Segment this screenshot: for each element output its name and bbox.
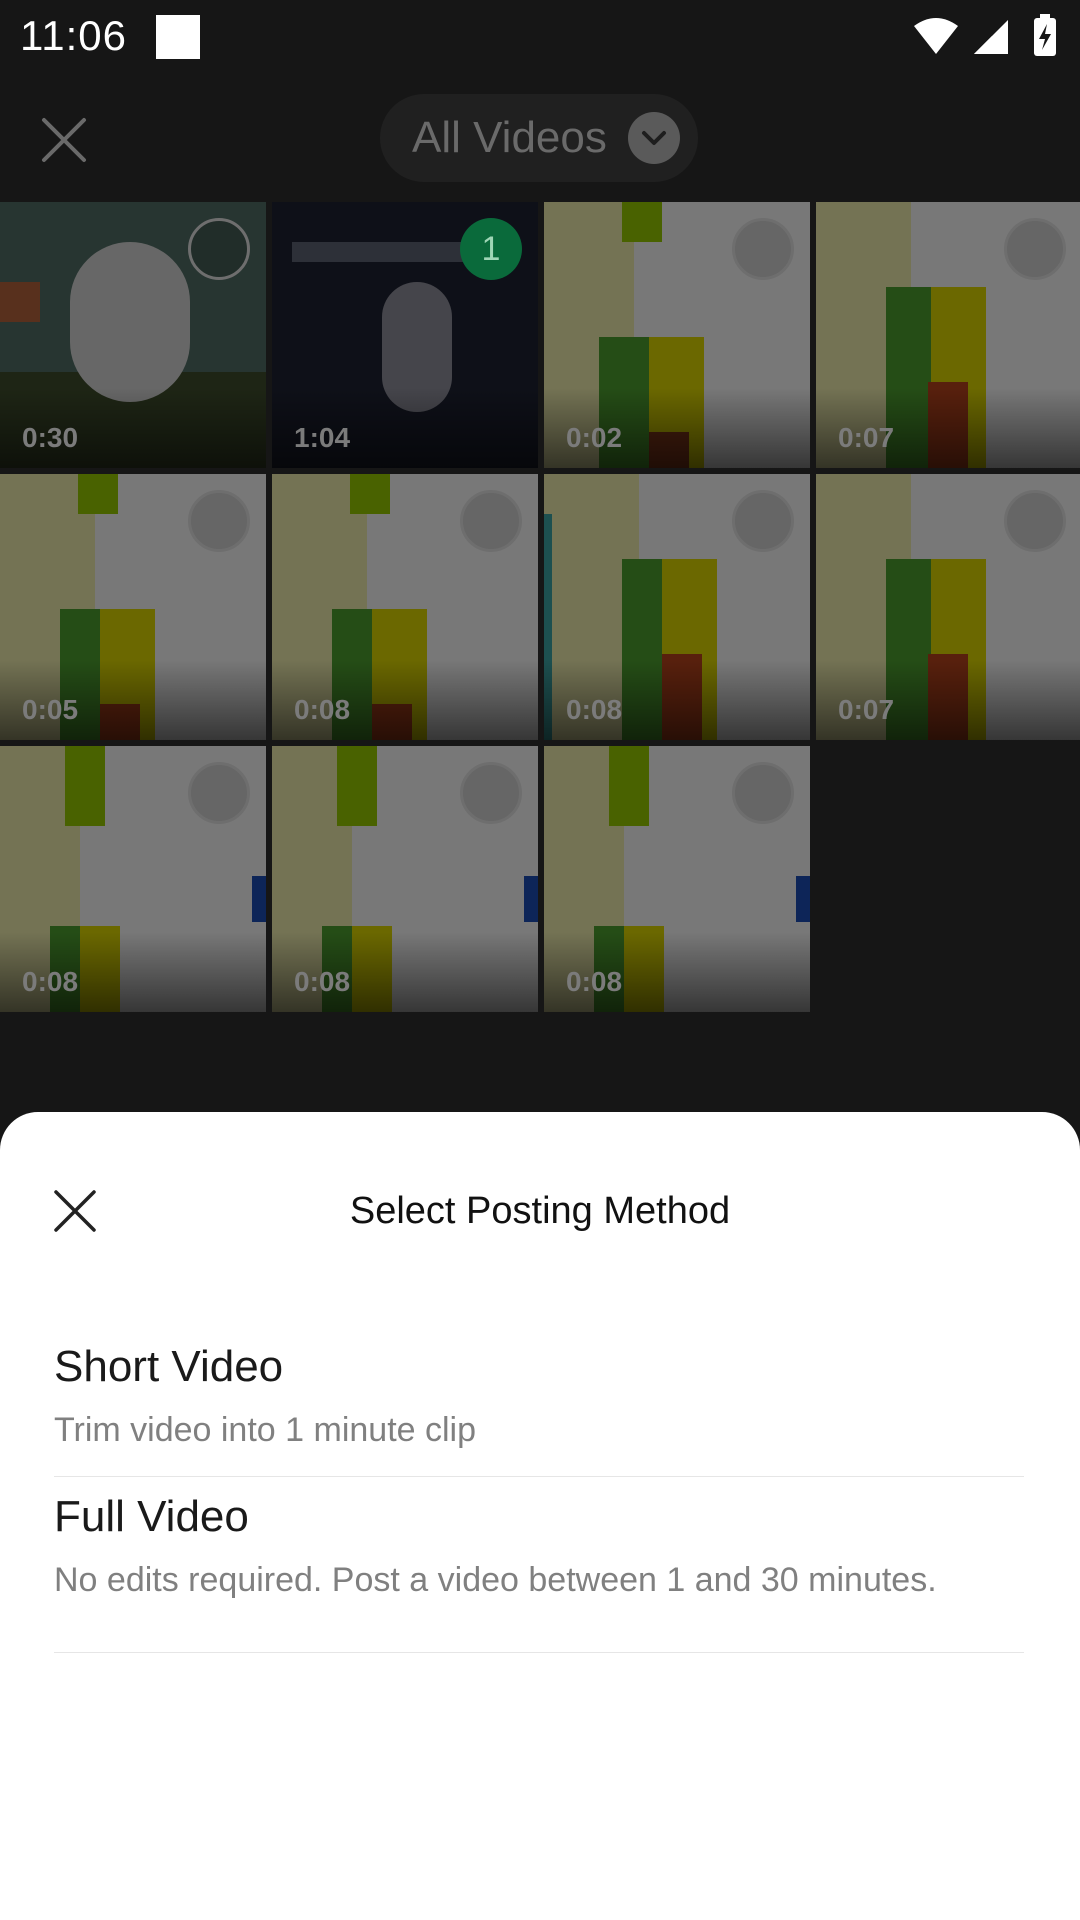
- option-full-video[interactable]: Full Video No edits required. Post a vid…: [54, 1492, 1024, 1653]
- system-icons: [912, 14, 1062, 68]
- chevron-down-icon: [628, 112, 680, 164]
- sheet-title: Select Posting Method: [349, 1190, 731, 1232]
- select-circle[interactable]: [188, 762, 250, 824]
- video-duration: 0:08: [566, 966, 623, 997]
- option-title: Full Video: [54, 1492, 249, 1541]
- select-circle[interactable]: [188, 490, 250, 552]
- video-tile[interactable]: 0:08: [0, 746, 266, 1012]
- video-duration: 0:02: [566, 422, 623, 453]
- select-circle[interactable]: [460, 762, 522, 824]
- video-tile[interactable]: 0:08: [272, 474, 538, 740]
- wifi-signal-battery-icon: [914, 14, 1056, 56]
- select-circle[interactable]: [460, 490, 522, 552]
- video-tile[interactable]: 1 1:04: [272, 202, 538, 468]
- video-tile[interactable]: 0:30: [0, 202, 266, 468]
- select-circle[interactable]: [1004, 490, 1066, 552]
- select-circle[interactable]: [1004, 218, 1066, 280]
- option-description: No edits required. Post a video between …: [54, 1561, 937, 1599]
- album-label: All Videos: [412, 113, 607, 162]
- video-duration: 0:08: [566, 694, 623, 725]
- video-tile[interactable]: 0:08: [272, 746, 538, 1012]
- album-selector[interactable]: All Videos: [380, 94, 698, 182]
- video-duration: 0:07: [838, 694, 895, 725]
- video-duration: 0:30: [22, 422, 79, 453]
- select-circle[interactable]: [732, 218, 794, 280]
- option-title: Short Video: [54, 1342, 284, 1391]
- top-bar: All Videos: [0, 72, 1080, 202]
- select-circle[interactable]: [732, 490, 794, 552]
- video-duration: 0:08: [294, 694, 351, 725]
- status-time: 11:06: [20, 12, 127, 59]
- video-tile[interactable]: 0:08: [544, 746, 810, 1012]
- option-description: Trim video into 1 minute clip: [54, 1411, 477, 1449]
- video-duration: 0:08: [22, 966, 79, 997]
- posting-method-sheet: Select Posting Method Short Video Trim v…: [0, 1112, 1080, 1920]
- select-circle[interactable]: [188, 218, 250, 280]
- option-short-video[interactable]: Short Video Trim video into 1 minute cli…: [54, 1342, 1024, 1477]
- close-icon[interactable]: [36, 112, 92, 168]
- video-duration: 1:04: [294, 422, 351, 453]
- video-tile[interactable]: 0:02: [544, 202, 810, 468]
- video-tile[interactable]: 0:07: [816, 474, 1080, 740]
- video-tile[interactable]: 0:05: [0, 474, 266, 740]
- select-circle[interactable]: [732, 762, 794, 824]
- video-duration: 0:08: [294, 966, 351, 997]
- video-tile[interactable]: 0:07: [816, 202, 1080, 468]
- selection-badge[interactable]: 1: [460, 218, 522, 280]
- video-duration: 0:05: [22, 694, 79, 725]
- video-tile[interactable]: 0:08: [544, 474, 810, 740]
- video-duration: 0:07: [838, 422, 895, 453]
- notification-icon: [156, 15, 200, 59]
- status-bar: 11:06: [0, 0, 1080, 72]
